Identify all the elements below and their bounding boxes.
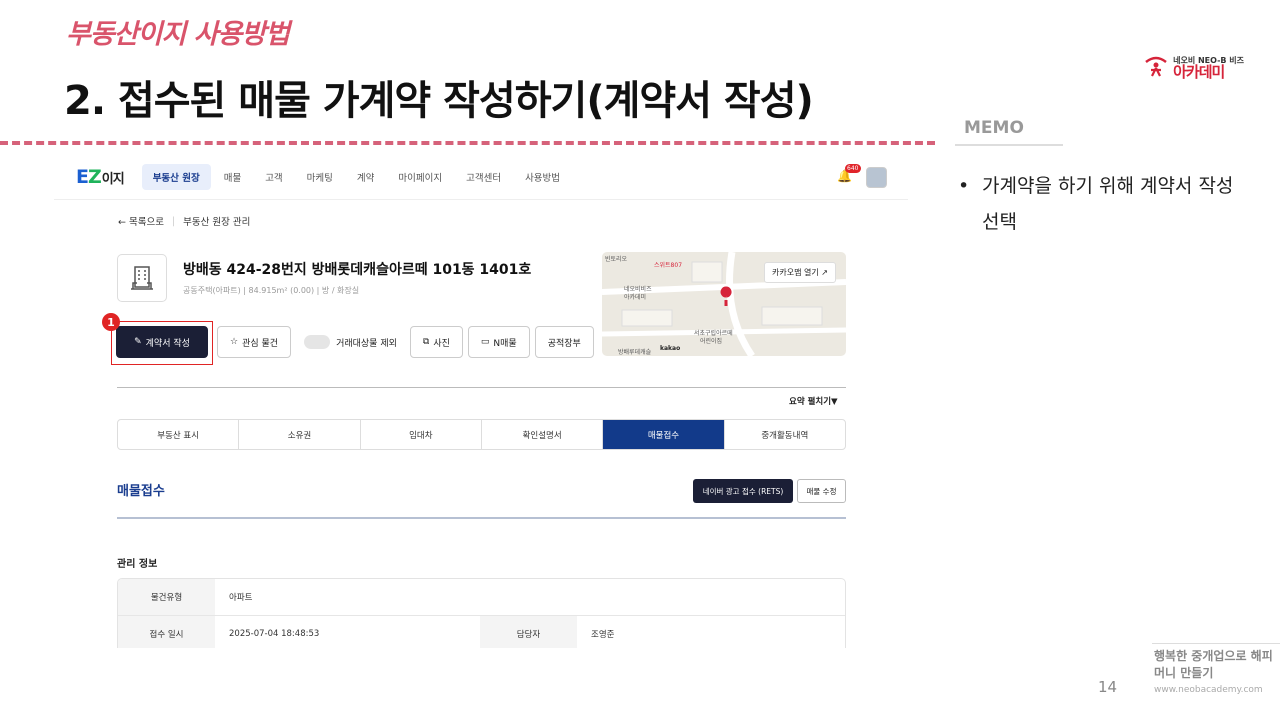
- breadcrumb-separator: |: [171, 215, 176, 227]
- logo-z: Z: [87, 166, 102, 188]
- monitor-icon: ▭: [480, 337, 490, 347]
- academy-logo: 네오비 NEO-B 비즈 아카데미: [1143, 56, 1244, 80]
- edit-listing-button[interactable]: 매물 수정: [797, 479, 846, 503]
- tab-brokerage-history[interactable]: 중개활동내역: [725, 420, 845, 449]
- app-screenshot: E Z 이지 부동산 원장 매물 고객 마케팅 계약 마이페이지 고객센터 사용…: [54, 155, 908, 648]
- slide-subtitle: 부동산이지 사용방법: [66, 19, 290, 50]
- nav-item-contracts[interactable]: 계약: [346, 164, 385, 190]
- table-row: 물건유형 아파트: [118, 579, 845, 616]
- section-divider: [117, 387, 846, 388]
- tab-lease[interactable]: 임대차: [361, 420, 482, 449]
- map-label-4: 아카데미: [624, 294, 647, 301]
- nav-item-ledger[interactable]: 부동산 원장: [141, 164, 211, 190]
- naver-ad-rets-button[interactable]: 네이버 광고 접수 (RETS): [693, 479, 793, 503]
- date-value: 2025-07-04 18:48:53: [229, 629, 320, 639]
- tab-listing-intake[interactable]: 매물접수: [603, 420, 725, 449]
- nav-item-marketing[interactable]: 마케팅: [296, 164, 344, 190]
- photo-label: 사진: [433, 338, 450, 349]
- notification-badge: 640: [845, 164, 861, 173]
- page-number: 14: [1098, 678, 1118, 696]
- nlisting-label: N매물: [493, 338, 517, 349]
- manager-value: 조영준: [591, 630, 615, 640]
- management-info-table: 물건유형 아파트 접수 일시 2025-07-04 18:48:53 담당자 조…: [117, 578, 846, 648]
- property-meta: 공동주택(아파트) | 84.915m² (0.00) | 방 / 화장실: [183, 286, 360, 295]
- nav-item-customers[interactable]: 고객: [254, 164, 293, 190]
- kakao-map-logo: kakao: [660, 345, 681, 352]
- management-info-title: 관리 정보: [117, 559, 158, 570]
- slogan-divider: [1152, 643, 1280, 644]
- highlight-box: [111, 321, 213, 365]
- favorite-button[interactable]: ☆ 관심 물건: [217, 326, 292, 358]
- table-row: 접수 일시 2025-07-04 18:48:53 담당자 조영준: [118, 616, 845, 648]
- nav-item-listings[interactable]: 매물: [213, 164, 252, 190]
- logo-big-text: 아카데미: [1173, 62, 1225, 81]
- back-to-list-link[interactable]: ← 목록으로: [118, 214, 164, 228]
- nav-item-guide[interactable]: 사용방법: [514, 164, 571, 190]
- logo-e: E: [76, 166, 89, 188]
- map-label-1: 빈토리오: [605, 256, 628, 263]
- photo-button[interactable]: ⧉ 사진: [409, 326, 463, 358]
- exclude-label: 거래대상물 제외: [336, 338, 397, 349]
- star-icon: ☆: [230, 337, 239, 347]
- gallery-icon: ⧉: [422, 337, 430, 347]
- avatar[interactable]: [866, 167, 887, 188]
- memo-text: • 가계약을 하기 위해 계약서 작성 선택: [958, 168, 1238, 240]
- ledger-label: 공적장부: [547, 338, 581, 349]
- memo-body: 가계약을 하기 위해 계약서 작성 선택: [982, 175, 1234, 233]
- open-kakao-map-button[interactable]: 카카오맵 열기 ↗: [764, 262, 836, 283]
- ledger-button[interactable]: 공적장부: [534, 326, 594, 358]
- slide-title: 2. 접수된 매물 가계약 작성하기(계약서 작성): [64, 78, 814, 124]
- memo-bullet: •: [958, 175, 970, 197]
- map-label-6: 어린이집: [700, 338, 723, 345]
- breadcrumb: ← 목록으로 | 부동산 원장 관리: [118, 214, 251, 229]
- tab-property-display[interactable]: 부동산 표시: [118, 420, 240, 449]
- section-title-underline: [117, 517, 846, 519]
- map-label-7: 방배루데캐슬: [618, 349, 652, 356]
- memo-label: MEMO: [964, 118, 1024, 138]
- memo-underline: [955, 144, 1063, 146]
- highlight-number: 1: [102, 313, 120, 331]
- detail-tabs: 부동산 표시 소유권 임대차 확인설명서 매물접수 중개활동내역: [117, 419, 846, 450]
- section-title: 매물접수: [117, 484, 165, 499]
- location-map[interactable]: 카카오맵 열기 ↗ 빈토리오 스위트807 네오비비즈 아카데미 서초구립아르떼…: [602, 252, 846, 356]
- tab-ownership[interactable]: 소유권: [239, 420, 361, 449]
- map-label-2: 스위트807: [654, 262, 683, 269]
- property-title: 방배동 424-28번지 방배롯데캐슬아르떼 101동 1401호: [183, 262, 532, 278]
- building-icon: [117, 254, 167, 302]
- website-url: www.neobacademy.com: [1154, 685, 1263, 695]
- nav-item-mypage[interactable]: 마이페이지: [387, 164, 453, 190]
- type-label: 물건유형: [118, 579, 215, 615]
- bell-icon[interactable]: 🔔 640: [837, 164, 861, 183]
- ez-logo[interactable]: E Z 이지: [76, 166, 125, 188]
- exclude-toggle[interactable]: 거래대상물 제외: [296, 326, 405, 358]
- toggle-switch[interactable]: [304, 335, 331, 349]
- type-value: 아파트: [229, 593, 253, 603]
- breadcrumb-current: 부동산 원장 관리: [183, 217, 251, 228]
- tab-confirmation[interactable]: 확인설명서: [482, 420, 604, 449]
- runner-logo-icon: [1145, 56, 1167, 77]
- slogan: 행복한 중개업으로 해피머니 만들기: [1154, 649, 1273, 680]
- dashed-divider: [0, 141, 935, 145]
- manager-label: 담당자: [480, 616, 577, 648]
- nav-item-support[interactable]: 고객센터: [455, 164, 512, 190]
- top-nav: E Z 이지 부동산 원장 매물 고객 마케팅 계약 마이페이지 고객센터 사용…: [54, 155, 908, 200]
- expand-summary-toggle[interactable]: 요약 펼치기▼: [789, 395, 838, 407]
- favorite-label: 관심 물건: [242, 338, 279, 349]
- date-label: 접수 일시: [118, 616, 215, 648]
- nlisting-button[interactable]: ▭ N매물: [467, 326, 530, 358]
- logo-i: 이지: [101, 172, 125, 187]
